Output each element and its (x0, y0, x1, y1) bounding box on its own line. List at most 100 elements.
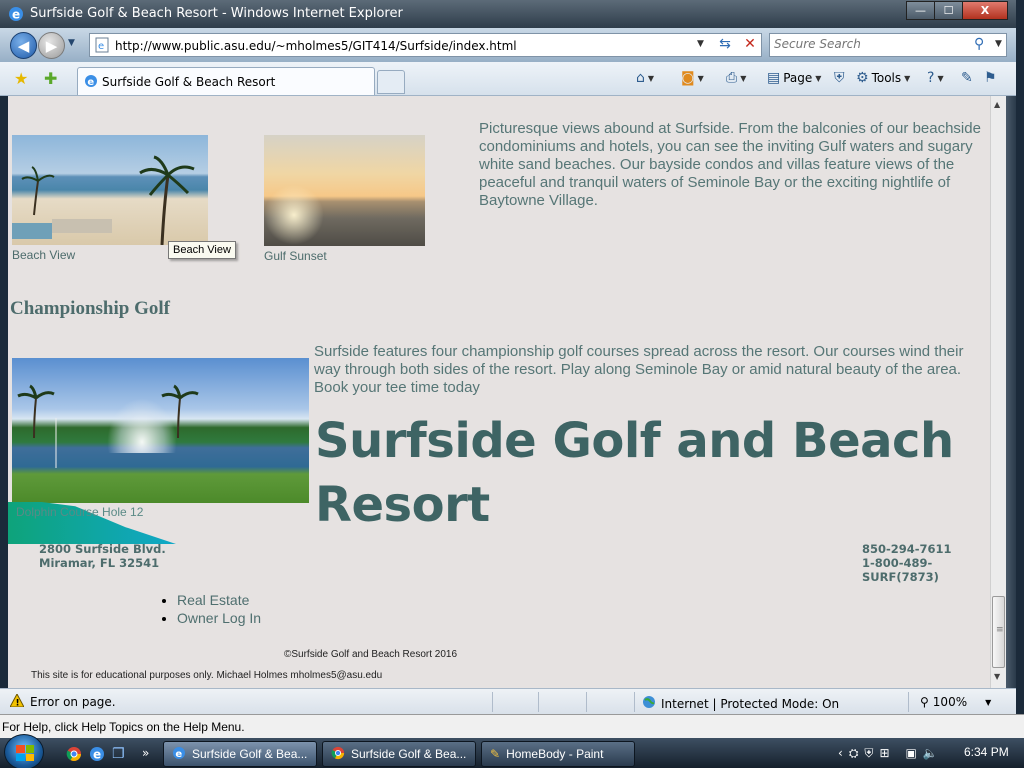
status-message[interactable]: Error on page. (30, 695, 116, 709)
svg-text:e: e (93, 748, 101, 762)
copyright-text: ©Surfside Golf and Beach Resort 2016 (284, 649, 458, 660)
phone-tollfree: 1-800-489-SURF(7873) (862, 556, 939, 584)
messenger-button[interactable]: ⚑ (984, 70, 997, 86)
favorites-star-icon[interactable]: ★ (14, 69, 28, 88)
page-icon: e (95, 37, 109, 56)
address-bar[interactable]: e http://www.public.asu.edu/~mholmes5/GI… (89, 33, 762, 57)
address-dropdown-icon[interactable]: ▼ (697, 39, 704, 49)
rss-icon: ◙ (681, 70, 695, 86)
taskbar-item-ie[interactable]: e Surfside Golf & Bea... (163, 741, 317, 767)
paint-icon: ✎ (490, 747, 501, 761)
help-icon: ? (927, 70, 935, 86)
security-tray-icon[interactable]: ⛨ (864, 746, 873, 761)
chrome-taskbar-icon (331, 746, 345, 763)
warning-icon[interactable]: ! (9, 692, 25, 709)
show-hidden-icons-icon[interactable]: ‹ (838, 746, 843, 760)
search-box[interactable]: ⚲ ▼ (769, 33, 1007, 57)
ie-logo-icon: e (8, 6, 24, 25)
chevron-down-icon: ▼ (937, 73, 944, 83)
page-icon: ▤ (767, 70, 781, 86)
new-tab-button[interactable] (377, 70, 405, 94)
golf-heading: Championship Golf (10, 298, 170, 319)
scroll-up-icon[interactable]: ▲ (994, 100, 1000, 109)
chevron-down-icon: ▼ (740, 73, 747, 83)
help-button[interactable]: ? ▼ (927, 70, 944, 86)
switch-windows-icon[interactable]: ❐ (112, 746, 125, 762)
scroll-down-icon[interactable]: ▼ (994, 672, 1000, 681)
svg-text:e: e (87, 77, 94, 88)
safety-button[interactable]: ⛨ (834, 70, 845, 86)
scrollbar-thumb[interactable]: ≡ (992, 596, 1005, 668)
chevron-down-icon: ▼ (815, 73, 822, 83)
search-options-dropdown-icon[interactable]: ▼ (995, 39, 1002, 49)
system-tray: ‹ ⛭ ⛨ ⊞ ▣ 🔈 (838, 738, 938, 768)
refresh-icon[interactable]: ⇆ (714, 36, 736, 54)
display-tray-icon[interactable]: ▣ (906, 746, 917, 760)
help-text: For Help, click Help Topics on the Help … (2, 720, 245, 734)
golf-paragraph: Surfside features four championship golf… (314, 343, 964, 396)
tools-menu-button[interactable]: ⚙ Tools ▼ (856, 70, 910, 86)
ie-taskbar-icon: e (172, 746, 186, 763)
page-content: Beach View Beach View Gulf Sunset Pictur… (8, 96, 990, 688)
footer-links: Real Estate Owner Log In (151, 591, 261, 627)
feeds-button[interactable]: ◙ ▼ (681, 70, 704, 86)
real-estate-link[interactable]: Real Estate (177, 591, 261, 609)
address-url[interactable]: http://www.public.asu.edu/~mholmes5/GIT4… (115, 39, 517, 53)
golf-photo-caption: Dolphin Course Hole 12 (16, 505, 144, 519)
usb-tray-icon[interactable]: ⊞ (879, 746, 889, 760)
stop-icon[interactable]: ✕ (740, 36, 760, 54)
owner-login-link[interactable]: Owner Log In (177, 609, 261, 627)
back-button[interactable]: ◀ (10, 32, 37, 59)
vertical-scrollbar[interactable]: ▲ ≡ ▼ (990, 96, 1006, 688)
research-button[interactable]: ✎ (961, 70, 973, 86)
gulf-sunset-caption: Gulf Sunset (264, 249, 327, 263)
taskbar: e ❐ » e Surfside Golf & Bea... Surfside … (0, 734, 1024, 768)
ie-tab-icon: e (84, 74, 98, 91)
taskbar-item-label: HomeBody - Paint (506, 747, 604, 761)
start-button[interactable] (4, 734, 44, 768)
zoom-control[interactable]: ⚲ 100% ▼ (920, 695, 991, 709)
golf-course-photo (12, 358, 309, 503)
taskbar-item-label: Surfside Golf & Bea... (351, 747, 467, 761)
minimize-button[interactable]: — (906, 1, 935, 20)
taskbar-clock[interactable]: 6:34 PM (964, 745, 1009, 759)
security-zone[interactable]: Internet | Protected Mode: On (642, 695, 839, 712)
search-input[interactable] (774, 37, 964, 51)
gulf-sunset-photo (264, 135, 425, 246)
windows-logo-icon (16, 745, 34, 761)
status-bar: ! Error on page. Internet | Protected Mo… (0, 688, 1016, 714)
desktop-edge (1016, 0, 1024, 714)
window-frame-right (1006, 96, 1016, 688)
forward-button[interactable]: ▶ (38, 32, 65, 59)
page-menu-button[interactable]: ▤ Page ▼ (767, 70, 821, 86)
search-icon[interactable]: ⚲ (974, 36, 984, 52)
command-bar: ★ ✚ e Surfside Golf & Beach Resort ⌂ ▼ ◙ ▼… (0, 62, 1016, 96)
globe-icon (642, 695, 656, 712)
recent-pages-dropdown-icon[interactable]: ▼ (68, 38, 75, 48)
svg-text:e: e (98, 41, 104, 52)
address-line-2: Miramar, FL 32541 (39, 556, 160, 570)
close-button[interactable]: X (962, 1, 1008, 20)
phone-numbers: 850-294-7611 1-800-489-SURF(7873) (862, 542, 990, 584)
gear-icon: ⚙ (856, 70, 869, 86)
volume-icon[interactable]: 🔈 (923, 746, 938, 760)
print-button[interactable]: ⎙ ▼ (726, 70, 746, 86)
svg-text:e: e (12, 8, 20, 22)
taskbar-item-paint[interactable]: ✎ HomeBody - Paint (481, 741, 635, 767)
quicklaunch-more-icon[interactable]: » (142, 746, 149, 760)
chrome-quicklaunch-icon[interactable] (66, 746, 82, 766)
phone-local: 850-294-7611 (862, 542, 952, 556)
chevron-down-icon: ▼ (985, 697, 992, 707)
network-tray-icon[interactable]: ⛭ (849, 746, 859, 761)
maximize-button[interactable]: ☐ (934, 1, 963, 20)
zoom-icon: ⚲ (920, 695, 929, 709)
taskbar-item-chrome[interactable]: Surfside Golf & Bea... (322, 741, 476, 767)
chevron-down-icon: ▼ (647, 73, 655, 83)
ie-quicklaunch-icon[interactable]: e (89, 746, 105, 766)
home-button[interactable]: ⌂ ▼ (636, 70, 654, 86)
security-zone-label: Internet | Protected Mode: On (661, 696, 840, 711)
add-favorites-icon[interactable]: ✚ (44, 69, 57, 88)
tab-surfside[interactable]: e Surfside Golf & Beach Resort (77, 67, 375, 95)
intro-paragraph: Picturesque views abound at Surfside. Fr… (479, 120, 981, 209)
tooltip: Beach View (168, 241, 236, 259)
